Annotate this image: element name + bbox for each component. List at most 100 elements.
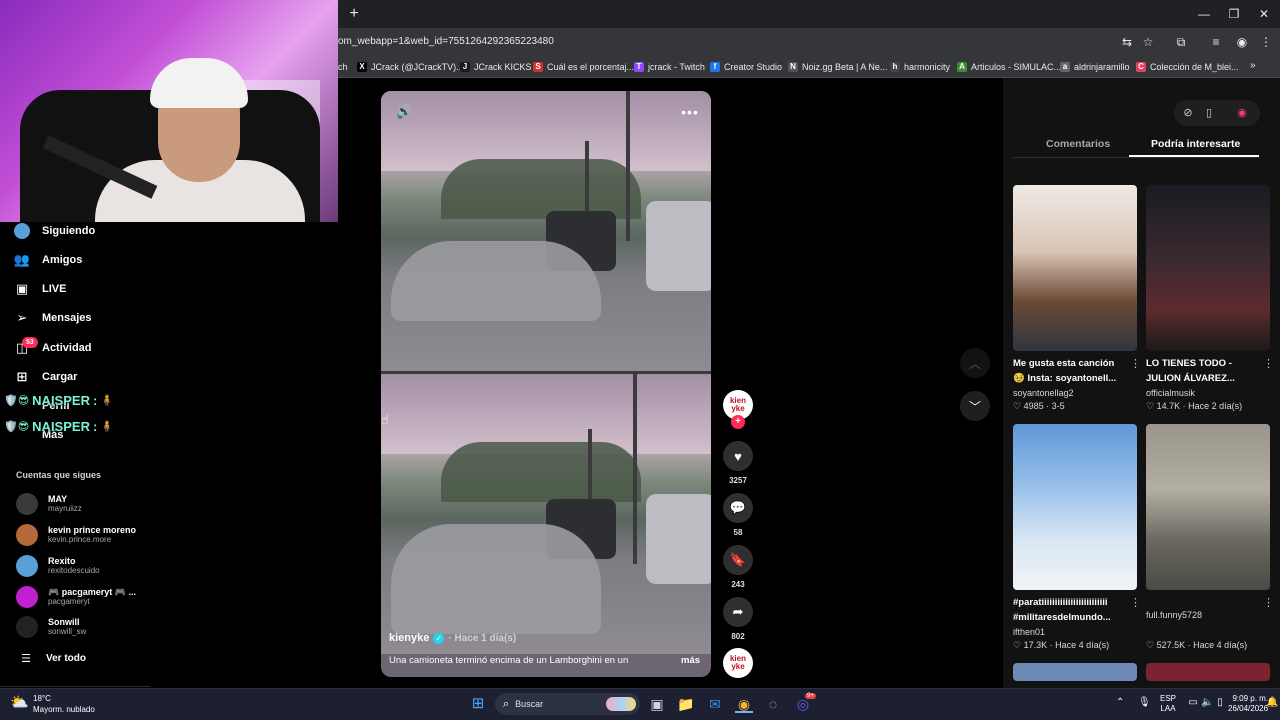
next-video-button[interactable]: ﹀ — [960, 391, 990, 421]
followed-account[interactable]: kevin prince moreno kevin.prince.more — [16, 522, 136, 548]
like-button[interactable]: ♥ — [723, 441, 753, 471]
followed-account[interactable]: Sonwill sonwill_sw — [16, 614, 86, 640]
previous-video-button[interactable]: ︿ — [960, 348, 990, 378]
video-thumbnail[interactable] — [1146, 185, 1270, 351]
network-icon[interactable]: ▭ — [1187, 697, 1199, 709]
extension-logo-icon[interactable]: ◉ — [1234, 105, 1250, 121]
sidebar-item-live[interactable]: ▣ LIVE — [14, 278, 67, 300]
card-stats: ♡ 17.3K · Hace 4 día(s) — [1013, 640, 1110, 650]
file-explorer-icon[interactable]: 📁 — [677, 695, 695, 713]
bookmark-item[interactable]: C Colección de M_blei... — [1136, 60, 1239, 74]
bookmark-item[interactable]: Tjcrack - Twitch — [634, 60, 705, 74]
friends-icon: 👥 — [13, 252, 31, 267]
language-indicator[interactable]: ESP LAA — [1160, 694, 1176, 714]
card-title-line2[interactable]: JULION ÁLVAREZ... — [1146, 372, 1261, 386]
card-more-icon[interactable]: ⋮ — [1263, 596, 1274, 609]
bookmark-favicon-icon: S — [533, 62, 543, 72]
weather-icon[interactable]: ⛅ — [10, 693, 30, 713]
share-button[interactable]: ➦ — [723, 597, 753, 627]
card-title[interactable]: Me gusta esta canción — [1013, 357, 1128, 371]
search-icon: ⌕ — [503, 697, 510, 710]
card-more-icon[interactable]: ⋮ — [1130, 357, 1141, 370]
bookmark-item[interactable]: S Cuál es el porcentaj... — [533, 60, 634, 74]
capture-app-icon[interactable]: ◌ — [764, 695, 782, 713]
video-thumbnail[interactable] — [1013, 185, 1137, 351]
sound-disc-avatar[interactable]: kien yke — [723, 648, 753, 678]
weather-desc: Mayorm. nublado — [33, 705, 95, 714]
sidebar-item-upload[interactable]: ⊞ Cargar — [14, 366, 78, 388]
comment-button[interactable]: 💬 — [723, 493, 753, 523]
chrome-icon[interactable]: ◉ — [735, 695, 753, 713]
clock[interactable]: 9:09 p. m. 26/04/2026 — [1228, 694, 1268, 714]
volume-tray-icon[interactable]: 🔈 — [1201, 697, 1213, 709]
start-icon[interactable]: ⊞ — [469, 695, 487, 713]
tab-you-may-like[interactable]: Podría interesarte — [1151, 138, 1240, 150]
account-text: Sonwill sonwill_sw — [48, 617, 87, 636]
close-icon[interactable]: ✕ — [1250, 4, 1278, 24]
url-text[interactable]: om_webapp=1&web_id=7551264292365223480 — [338, 36, 554, 47]
card-more-icon[interactable]: ⋮ — [1130, 596, 1141, 609]
task-view-icon[interactable]: ▣ — [648, 695, 666, 713]
new-tab-button[interactable]: + — [346, 5, 362, 23]
sidebar-item-messages[interactable]: ➢ Mensajes — [14, 307, 92, 329]
profile-icon[interactable]: ◉ — [1233, 33, 1251, 51]
more-options-icon[interactable]: ••• — [681, 104, 699, 120]
restore-icon[interactable]: ❐ — [1220, 4, 1248, 24]
followed-account[interactable]: MAY mayruiizz — [16, 491, 82, 517]
video-thumbnail[interactable] — [1146, 663, 1270, 681]
tray-chevron-up-icon[interactable]: ⌃ — [1116, 697, 1126, 709]
battery-icon[interactable]: ▯ — [1214, 697, 1226, 709]
bookmark-item[interactable]: f Creator Studio — [710, 60, 782, 74]
card-author[interactable]: officialmusik — [1146, 388, 1195, 398]
card-author[interactable]: ifthen01 — [1013, 627, 1045, 637]
followed-account[interactable]: 🎮 pacgameryt 🎮 ... pacgameryt — [16, 584, 136, 610]
minimize-icon[interactable]: — — [1190, 4, 1218, 24]
translate-icon[interactable]: ⇆ — [1118, 33, 1136, 51]
save-count: 243 — [731, 580, 745, 589]
bookmark-item[interactable]: ch — [338, 60, 348, 74]
follow-plus-button[interactable]: + — [731, 415, 745, 429]
card-title[interactable]: LO TIENES TODO - — [1146, 357, 1261, 371]
video-player[interactable] — [381, 91, 711, 677]
card-title-line2[interactable]: 🥹 Insta: soyantonell... — [1013, 372, 1128, 386]
see-all-link[interactable]: ☰ Ver todo — [18, 647, 86, 669]
bookmark-item[interactable]: X JCrack (@JCrackTV)... — [357, 60, 464, 74]
microphone-icon[interactable]: 🎙 — [1138, 697, 1151, 709]
mail-icon[interactable]: ✉ — [706, 695, 724, 713]
video-thumbnail[interactable] — [1013, 663, 1137, 681]
tab-comments[interactable]: Comentarios — [1046, 138, 1110, 150]
card-author[interactable]: full.funny5728 — [1146, 610, 1261, 620]
bookmark-item[interactable]: J JCrack KICKS — [460, 60, 532, 74]
bookmark-item[interactable]: A Articulos - SIMULAC... — [957, 60, 1061, 74]
card-title-line2[interactable]: #militaresdelmundo... — [1013, 611, 1128, 625]
bookmark-item[interactable]: h harmonicity — [890, 60, 950, 74]
card-title[interactable]: #paratiiiiiiiiiiiiiiiiiiiiiiiii — [1013, 596, 1128, 610]
avatar — [16, 555, 38, 577]
reading-list-icon[interactable]: ≡ — [1207, 33, 1225, 51]
extensions-icon[interactable]: ⧉ — [1172, 33, 1190, 51]
sidebar-item-friends[interactable]: 👥 Amigos — [14, 249, 82, 271]
compass-icon[interactable]: ⊘ — [1180, 105, 1196, 121]
taskbar-search[interactable]: ⌕ Buscar — [495, 693, 640, 715]
save-button[interactable]: 🔖 — [723, 545, 753, 575]
video-thumbnail[interactable] — [1146, 424, 1270, 590]
bookmark-star-icon[interactable]: ☆ — [1139, 33, 1157, 51]
sidebar-item-following[interactable]: Siguiendo — [14, 220, 95, 242]
kebab-menu-icon[interactable]: ⋮ — [1257, 33, 1275, 51]
followed-account[interactable]: Rexito rexitodescuido — [16, 553, 100, 579]
card-author[interactable]: soyantonellag2 — [1013, 388, 1074, 398]
chat-message: 🛡️😎 NAISPER: 🧍 — [4, 392, 115, 408]
caption-more-button[interactable]: más — [681, 655, 700, 666]
bookmark-item[interactable]: N Noiz.gg Beta | A Ne... — [788, 60, 887, 74]
bookmark-item[interactable]: a aldrinjaramillo — [1060, 60, 1130, 74]
video-author[interactable]: kienyke ✓ · Hace 1 día(s) — [389, 632, 516, 644]
card-more-icon[interactable]: ⋮ — [1263, 357, 1274, 370]
bookmarks-overflow-icon[interactable]: » — [1250, 60, 1256, 71]
phone-icon[interactable]: ▯ — [1201, 105, 1217, 121]
chevron-down-icon: ﹀ — [968, 399, 981, 414]
notification-bell-icon[interactable]: 🔔 — [1266, 697, 1278, 709]
volume-icon[interactable]: 🔊 — [396, 104, 412, 120]
badge-icon: 🛡️😎 — [4, 420, 30, 433]
share-icon: ➦ — [732, 604, 744, 619]
video-thumbnail[interactable] — [1013, 424, 1137, 590]
